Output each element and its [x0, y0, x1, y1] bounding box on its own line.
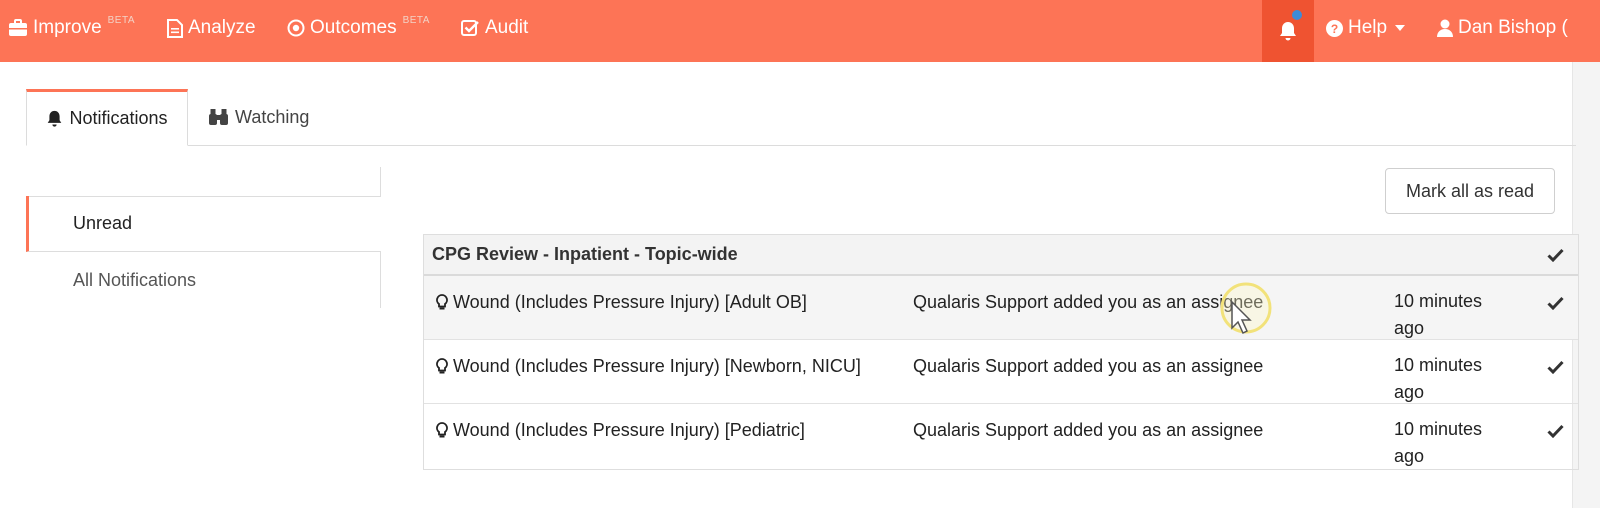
sidebar-item-label: Unread [73, 213, 133, 233]
nav-improve-label: Improve [33, 17, 102, 38]
svg-text:?: ? [1331, 22, 1338, 36]
checkbox-icon [461, 19, 480, 37]
target-icon [287, 19, 305, 37]
check-icon[interactable] [1547, 360, 1564, 374]
notification-row[interactable]: Wound (Includes Pressure Injury) [Newbor… [424, 340, 1578, 404]
caret-down-icon [1395, 25, 1406, 31]
check-icon[interactable] [1547, 248, 1564, 262]
nav-outcomes[interactable]: Outcomes BETA [287, 0, 430, 56]
sidebar-item-unread[interactable]: Unread [26, 196, 381, 252]
nav-audit-label: Audit [485, 17, 529, 38]
notification-row[interactable]: Wound (Includes Pressure Injury) [Adult … [424, 276, 1578, 340]
top-navbar: Improve BETA Analyze Outcomes BETA Audit… [0, 0, 1600, 62]
beta-badge: BETA [402, 14, 430, 26]
notification-indicator [1292, 10, 1302, 20]
group-title: CPG Review - Inpatient - Topic-wide [432, 244, 738, 264]
notification-row[interactable]: Wound (Includes Pressure Injury) [Pediat… [424, 404, 1578, 468]
tab-notifications-label: Notifications [69, 108, 168, 128]
lightbulb-icon [436, 358, 448, 375]
tab-notifications[interactable]: Notifications [26, 89, 188, 146]
group-header: CPG Review - Inpatient - Topic-wide [424, 235, 1578, 276]
notification-topic[interactable]: Wound (Includes Pressure Injury) [Adult … [453, 292, 807, 313]
notification-message: Qualaris Support added you as an assigne… [913, 420, 1264, 440]
check-icon[interactable] [1547, 296, 1564, 310]
briefcase-icon [8, 19, 28, 37]
lightbulb-icon [436, 294, 448, 311]
question-circle-icon: ? [1326, 19, 1343, 37]
bell-icon [1278, 21, 1298, 42]
notification-time: 10 minutes ago [1394, 355, 1483, 402]
notification-message: Qualaris Support added you as an assigne… [913, 356, 1264, 376]
sidebar-item-all-notifications[interactable]: All Notifications [26, 252, 381, 308]
tab-watching[interactable]: Watching [208, 92, 309, 142]
beta-badge: BETA [107, 14, 136, 26]
check-icon[interactable] [1547, 424, 1564, 438]
notification-group: CPG Review - Inpatient - Topic-wide Woun… [423, 234, 1579, 470]
nav-analyze-label: Analyze [188, 17, 256, 38]
binoculars-icon [208, 108, 229, 126]
sidebar-spacer [26, 167, 381, 197]
nav-outcomes-label: Outcomes [310, 17, 397, 38]
mark-all-as-read-button[interactable]: Mark all as read [1385, 168, 1555, 214]
notifications-bell-button[interactable] [1262, 0, 1314, 62]
notification-topic[interactable]: Wound (Includes Pressure Injury) [Pediat… [453, 420, 805, 441]
notification-message: Qualaris Support added you as an assigne… [913, 292, 1264, 312]
sidebar-item-label: All Notifications [73, 269, 197, 290]
tab-watching-label: Watching [235, 106, 310, 127]
document-icon [167, 18, 183, 38]
lightbulb-icon [436, 422, 448, 439]
nav-help-label: Help [1348, 17, 1388, 38]
user-icon [1437, 19, 1453, 37]
nav-audit[interactable]: Audit [461, 0, 528, 56]
nav-user-label: Dan Bishop ( [1458, 17, 1568, 38]
notification-time: 10 minutes ago [1394, 291, 1483, 338]
nav-user-menu[interactable]: Dan Bishop ( [1437, 0, 1568, 56]
nav-improve[interactable]: Improve BETA [8, 0, 135, 56]
tabs-divider [26, 145, 1576, 146]
notification-topic[interactable]: Wound (Includes Pressure Injury) [Newbor… [453, 356, 861, 377]
bell-icon [46, 110, 63, 128]
nav-help[interactable]: ? Help [1326, 0, 1410, 56]
notification-time: 10 minutes ago [1394, 419, 1483, 466]
nav-analyze[interactable]: Analyze [167, 0, 256, 56]
